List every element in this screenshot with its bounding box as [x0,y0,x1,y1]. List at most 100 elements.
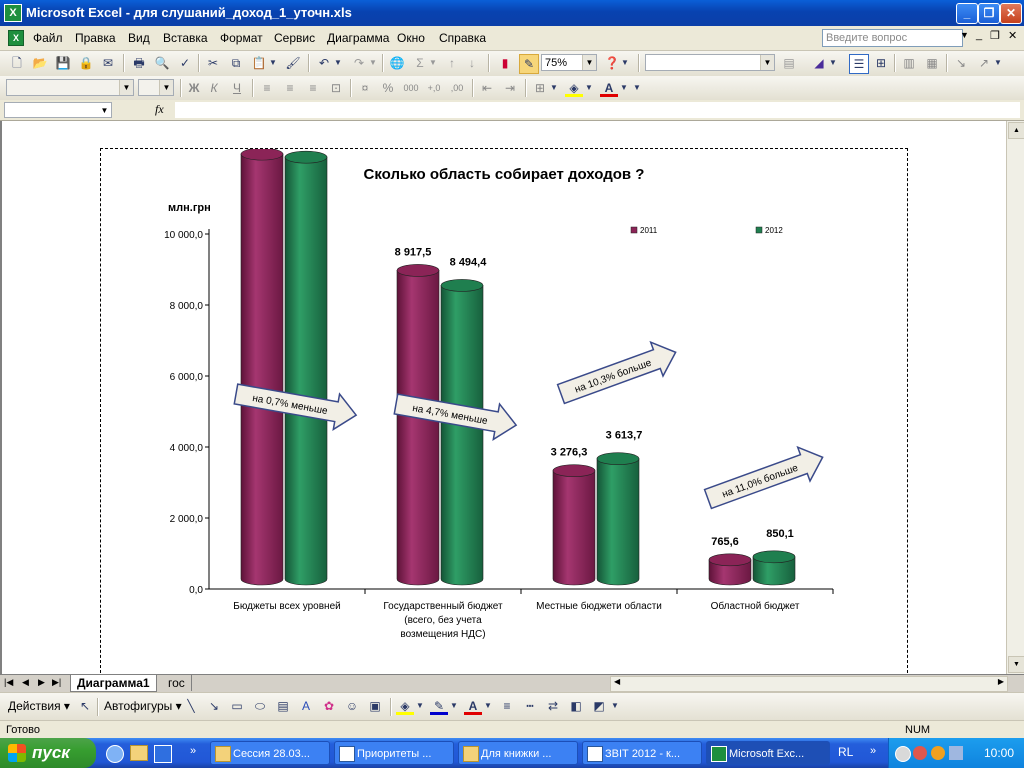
name-box[interactable]: ▼ [4,102,112,118]
by-row-icon[interactable]: ▥ [900,54,918,72]
excel-icon[interactable]: X [4,4,22,22]
redo-icon[interactable]: ↷ [350,54,368,72]
drawing-icon[interactable]: ✎ [519,54,539,74]
merge-center-icon[interactable]: ⊡ [327,79,345,97]
chart-area[interactable]: Сколько область собирает доходов ? млн.г… [100,128,908,678]
borders-dropdown-icon[interactable]: ▼ [549,79,559,97]
zoom-select[interactable]: 75% ▼ [541,54,597,71]
undo-dropdown-icon[interactable]: ▼ [333,54,343,72]
menu-edit[interactable]: Правка [75,31,116,45]
formula-input[interactable] [175,102,1020,118]
menu-insert[interactable]: Вставка [163,31,208,45]
sort-asc-icon[interactable]: ↑ [443,54,461,72]
scroll-down-icon[interactable]: ▼ [1008,656,1024,673]
menu-window[interactable]: Окно [397,31,425,45]
paste-icon[interactable]: 📋 [250,54,268,72]
toolbar-options-icon[interactable]: ▼ [620,54,630,72]
tray-back-icon[interactable] [895,746,911,762]
chart-toolbar-options-icon[interactable]: ▼ [993,54,1003,72]
doc-minimize-icon[interactable]: _ [976,29,982,41]
scroll-right-icon[interactable]: ▶ [998,677,1004,686]
by-column-icon[interactable]: ▦ [923,54,941,72]
help-icon[interactable]: ❓ [603,54,621,72]
print-preview-icon[interactable]: 🔍 [153,54,171,72]
quicklaunch-more-icon[interactable]: » [190,745,196,757]
next-sheet-icon[interactable]: ▶ [38,677,45,688]
cut-icon[interactable]: ✂ [204,54,222,72]
explorer-icon[interactable] [130,745,148,761]
permission-icon[interactable]: 🔒 [77,54,95,72]
task-item-active[interactable]: Microsoft Exc... [706,741,830,765]
taskbar-more-icon[interactable]: » [870,745,876,757]
tray-app-icon[interactable] [931,746,945,760]
insert-picture-icon[interactable]: ▣ [366,697,384,715]
currency-icon[interactable]: ¤ [356,79,374,97]
format-selected-icon[interactable]: ▤ [780,54,798,72]
menu-help[interactable]: Справка [439,31,486,45]
line-style-icon[interactable]: ≡ [498,697,516,715]
minimize-button[interactable]: _ [956,3,978,24]
sheet-tab-active[interactable]: Диаграмма1 [70,675,157,692]
align-right-icon[interactable]: ≡ [304,79,322,97]
new-icon[interactable]: 🗋 [8,54,26,72]
data-table-icon[interactable]: ⊞ [872,54,890,72]
percent-icon[interactable]: % [379,79,397,97]
format-painter-icon[interactable]: 🖌 [284,54,302,72]
shadow-style-icon[interactable]: ◧ [567,697,585,715]
draw-font-color-icon[interactable]: A [464,697,482,715]
line-icon[interactable]: ╲ [182,697,200,715]
autoshapes-menu[interactable]: Автофигуры ▾ [104,699,182,713]
ie-icon[interactable] [106,745,124,763]
doc-close-icon[interactable]: ✕ [1008,29,1017,42]
restore-button[interactable]: ❐ [978,3,1000,24]
help-question-input[interactable]: Введите вопрос [822,29,963,47]
close-button[interactable]: ✕ [1000,3,1022,24]
chart-objects-select[interactable]: ▼ [645,54,775,71]
sort-desc-icon[interactable]: ↓ [463,54,481,72]
oval-icon[interactable]: ⬭ [251,697,269,715]
clip-art-icon[interactable]: ☺ [343,697,361,715]
fill-color-dropdown-icon[interactable]: ▼ [584,79,594,97]
increase-indent-icon[interactable]: ⇥ [501,79,519,97]
doc-restore-icon[interactable]: ❐ [990,29,1000,42]
print-icon[interactable]: 🖶 [130,54,148,72]
arrow-style-icon[interactable]: ⇄ [544,697,562,715]
dash-style-icon[interactable]: ┅ [521,697,539,715]
spelling-icon[interactable]: ✓ [176,54,194,72]
font-name-dropdown-icon[interactable]: ▼ [119,80,133,95]
scroll-left-icon[interactable]: ◀ [614,677,620,686]
task-item[interactable]: Для книжки ... [458,741,578,765]
help-dropdown-icon[interactable]: ▼ [960,30,969,40]
decrease-indent-icon[interactable]: ⇤ [478,79,496,97]
menu-tools[interactable]: Сервис [274,31,315,45]
align-center-icon[interactable]: ≡ [281,79,299,97]
line-color-dropdown-icon[interactable]: ▼ [449,697,459,715]
drawing-options-icon[interactable]: ▼ [610,697,620,715]
task-item[interactable]: ЗВІТ 2012 - к... [582,741,702,765]
select-objects-icon[interactable]: ↖ [76,697,94,715]
font-size-select[interactable]: ▼ [138,79,174,96]
language-indicator[interactable]: RL [838,745,853,759]
3d-style-icon[interactable]: ◩ [590,697,608,715]
undo-icon[interactable]: ↶ [315,54,333,72]
draw-fill-dropdown-icon[interactable]: ▼ [415,697,425,715]
name-box-dropdown-icon[interactable]: ▼ [98,103,111,117]
wordart-icon[interactable]: A [297,697,315,715]
redo-dropdown-icon[interactable]: ▼ [368,54,378,72]
chart-wizard-icon[interactable]: ▮ [496,54,514,72]
start-button[interactable]: пуск [0,738,96,768]
menu-format[interactable]: Формат [220,31,263,45]
draw-fill-color-icon[interactable]: ◈ [396,697,414,715]
rectangle-icon[interactable]: ▭ [228,697,246,715]
task-item[interactable]: Приоритеты ... [334,741,454,765]
first-sheet-icon[interactable]: |◀ [4,677,13,688]
paste-dropdown-icon[interactable]: ▼ [268,54,278,72]
arrow-icon[interactable]: ↘ [205,697,223,715]
scroll-up-icon[interactable]: ▲ [1008,122,1024,139]
horizontal-scrollbar[interactable]: ◀ ▶ [610,676,1008,692]
menu-chart[interactable]: Диаграмма [327,31,389,45]
font-name-select[interactable]: ▼ [6,79,134,96]
font-size-dropdown-icon[interactable]: ▼ [159,80,173,95]
task-item[interactable]: Сессия 28.03... [210,741,330,765]
desktop-icon[interactable] [154,745,172,763]
